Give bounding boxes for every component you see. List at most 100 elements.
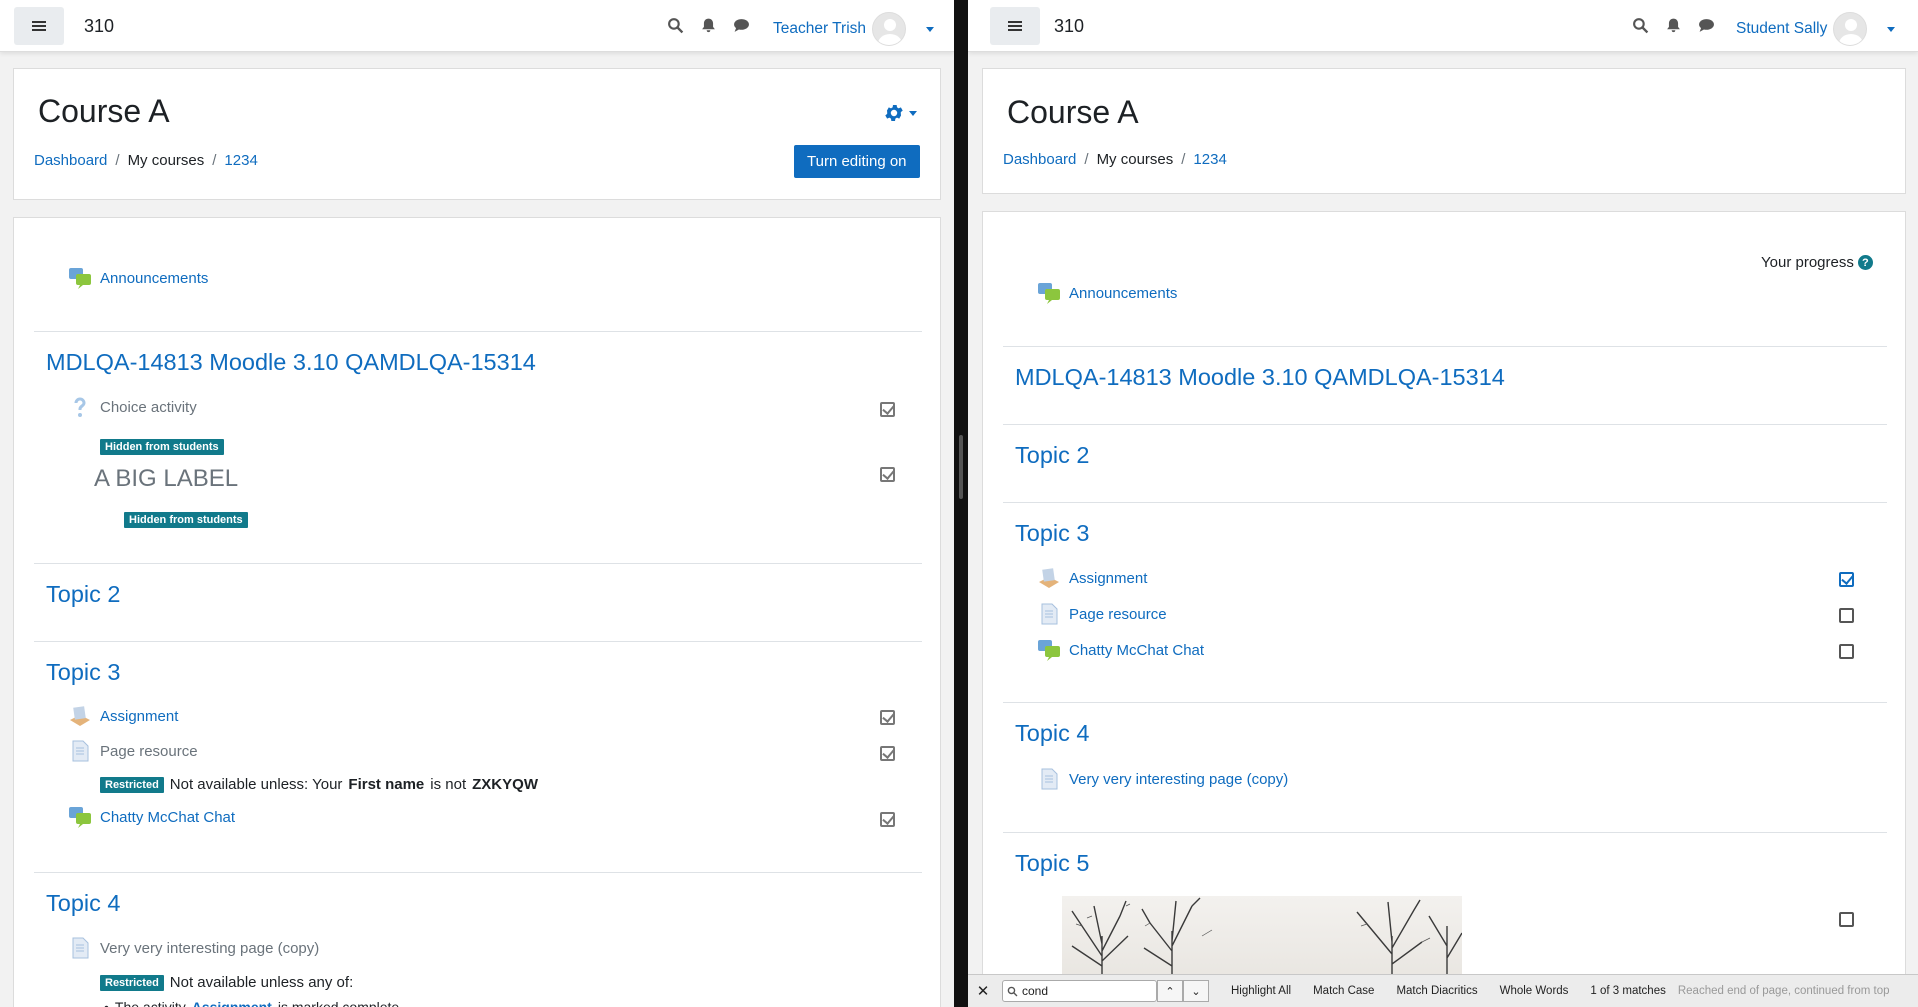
avatar[interactable]: [872, 12, 907, 46]
close-find-button[interactable]: ✕: [968, 982, 998, 1000]
activity-link[interactable]: Assignment: [1069, 570, 1147, 587]
page-header: Course A Dashboard / My courses / 1234 T…: [13, 68, 941, 200]
activity-interesting-page[interactable]: Very very interesting page (copy): [1037, 767, 1288, 791]
breadcrumb-separator: /: [212, 152, 217, 169]
activity-assignment[interactable]: Assignment: [68, 704, 178, 728]
section-title[interactable]: Topic 2: [1015, 442, 1089, 469]
activity-link[interactable]: Choice activity: [100, 399, 197, 416]
match-case-toggle[interactable]: Match Case: [1313, 985, 1374, 997]
breadcrumb-dashboard[interactable]: Dashboard: [34, 152, 107, 169]
user-name[interactable]: Student Sally: [1736, 20, 1827, 38]
activity-link[interactable]: Chatty McChat Chat: [1069, 642, 1204, 659]
highlight-all-toggle[interactable]: Highlight All: [1231, 985, 1291, 997]
user-menu[interactable]: Student Sally: [1736, 12, 1896, 46]
resize-grip[interactable]: [959, 435, 963, 499]
restriction-field: First name: [348, 776, 425, 793]
course-content: Announcements MDLQA-14813 Moodle 3.10 QA…: [13, 217, 941, 1007]
breadcrumb-dashboard[interactable]: Dashboard: [1003, 151, 1076, 168]
restriction-text: Not available unless any of:: [169, 974, 354, 991]
find-nav: ⌃ ⌄: [1157, 980, 1209, 1002]
section-title[interactable]: MDLQA-14813 Moodle 3.10 QAMDLQA-15314: [1015, 364, 1505, 391]
activity-announcements[interactable]: Announcements: [1037, 281, 1177, 305]
activity-link[interactable]: Very very interesting page (copy): [1069, 771, 1288, 788]
restricted-badge: Restricted: [100, 974, 164, 991]
find-next-button[interactable]: ⌄: [1183, 980, 1209, 1002]
activity-link[interactable]: Page resource: [100, 743, 198, 760]
activity-page-resource[interactable]: Page resource: [1037, 602, 1167, 626]
section-title[interactable]: Topic 3: [1015, 520, 1089, 547]
page-header: Course A Dashboard / My courses / 1234: [982, 68, 1906, 194]
chat-bubble-icon[interactable]: [733, 17, 750, 34]
chevron-down-icon[interactable]: [909, 110, 917, 116]
site-name[interactable]: 310: [1054, 16, 1084, 37]
section-title[interactable]: Topic 5: [1015, 850, 1089, 877]
section-title[interactable]: Topic 4: [1015, 720, 1089, 747]
whole-words-toggle[interactable]: Whole Words: [1500, 985, 1569, 997]
split-divider[interactable]: [954, 0, 968, 1007]
page-title: Course A: [1007, 94, 1139, 130]
completion-checkbox[interactable]: [880, 402, 895, 417]
breadcrumb: Dashboard / My courses / 1234: [1003, 151, 1227, 168]
menu-toggle-button[interactable]: [990, 7, 1040, 45]
breadcrumb-course[interactable]: 1234: [1193, 151, 1226, 168]
completion-checkbox[interactable]: [1839, 608, 1854, 623]
activity-announcements[interactable]: Announcements: [68, 266, 208, 290]
find-status: Reached end of page, continued from top: [1677, 985, 1890, 997]
find-input[interactable]: cond: [1002, 980, 1157, 1002]
section-divider: [34, 563, 922, 564]
activity-chat[interactable]: Chatty McChat Chat: [1037, 638, 1204, 662]
chevron-down-icon[interactable]: [1887, 26, 1896, 32]
activity-link[interactable]: Page resource: [1069, 606, 1167, 623]
bell-icon[interactable]: [700, 17, 717, 34]
activity-assignment[interactable]: Assignment: [1037, 566, 1147, 590]
menu-toggle-button[interactable]: [14, 7, 64, 45]
section-divider: [1003, 424, 1887, 425]
bell-icon[interactable]: [1665, 17, 1682, 34]
completion-checkbox[interactable]: [1839, 644, 1854, 659]
activity-link[interactable]: Announcements: [100, 270, 208, 287]
find-query[interactable]: cond: [1022, 984, 1048, 998]
course-settings-menu[interactable]: [883, 102, 917, 124]
match-diacritics-toggle[interactable]: Match Diacritics: [1396, 985, 1477, 997]
activity-link[interactable]: Assignment: [100, 708, 178, 725]
search-icon[interactable]: [667, 17, 684, 34]
gear-icon[interactable]: [883, 102, 905, 124]
breadcrumb-course[interactable]: 1234: [224, 152, 257, 169]
activity-choice[interactable]: Choice activity: [68, 395, 197, 419]
turn-editing-on-button[interactable]: Turn editing on: [794, 145, 920, 178]
completion-checkbox[interactable]: [880, 467, 895, 482]
section-title[interactable]: Topic 3: [46, 659, 120, 686]
restriction-condition: • The activity Assignment is marked comp…: [104, 999, 399, 1007]
restriction-activity-link[interactable]: Assignment: [192, 999, 272, 1007]
search-icon: [1007, 986, 1018, 996]
user-name[interactable]: Teacher Trish: [773, 20, 866, 38]
restriction-text: The activity: [114, 999, 186, 1007]
find-previous-button[interactable]: ⌃: [1157, 980, 1183, 1002]
hidden-badge: Hidden from students: [100, 439, 224, 455]
activity-link[interactable]: Very very interesting page (copy): [100, 940, 319, 957]
section-title[interactable]: MDLQA-14813 Moodle 3.10 QAMDLQA-15314: [46, 349, 536, 376]
label-text: A BIG LABEL: [94, 465, 239, 492]
completion-checkbox[interactable]: [1839, 572, 1854, 587]
section-title[interactable]: Topic 2: [46, 581, 120, 608]
activity-chat[interactable]: Chatty McChat Chat: [68, 805, 235, 829]
activity-page-resource[interactable]: Page resource: [68, 739, 198, 763]
chat-bubble-icon[interactable]: [1698, 17, 1715, 34]
completion-checkbox[interactable]: [1839, 912, 1854, 927]
help-icon[interactable]: ?: [1857, 255, 1873, 270]
chevron-down-icon[interactable]: [926, 26, 935, 32]
completion-checkbox[interactable]: [880, 746, 895, 761]
user-menu[interactable]: Teacher Trish: [773, 12, 935, 46]
avatar[interactable]: [1833, 12, 1868, 46]
activity-interesting-page[interactable]: Very very interesting page (copy): [68, 936, 319, 960]
search-icon[interactable]: [1632, 17, 1649, 34]
completion-checkbox[interactable]: [880, 812, 895, 827]
site-name[interactable]: 310: [84, 16, 114, 37]
activity-link[interactable]: Chatty McChat Chat: [100, 809, 235, 826]
activity-link[interactable]: Announcements: [1069, 285, 1177, 302]
completion-checkbox[interactable]: [880, 710, 895, 725]
forum-icon: [1038, 283, 1060, 304]
match-count: 1 of 3 matches: [1590, 985, 1666, 997]
trees-image: [1071, 897, 1462, 986]
section-title[interactable]: Topic 4: [46, 890, 120, 917]
